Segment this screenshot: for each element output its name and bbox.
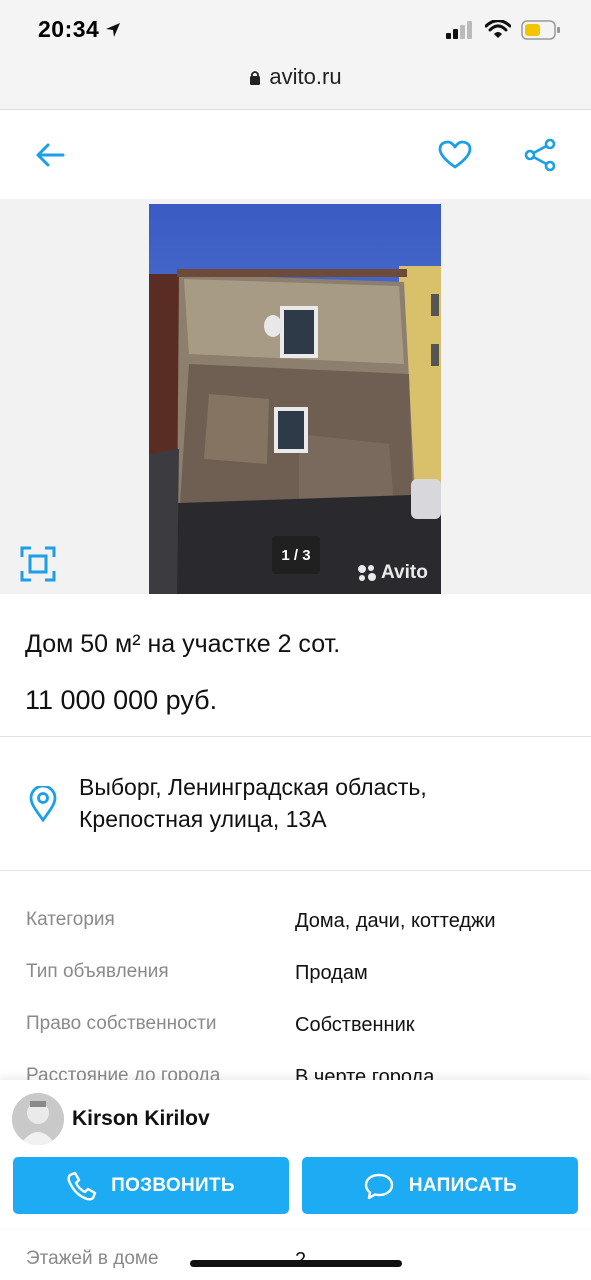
favorite-button[interactable]: [433, 133, 477, 177]
param-row: Тип объявления Продам: [0, 961, 591, 991]
lock-icon: [250, 70, 261, 85]
listing-title: Дом 50 м² на участке 2 сот.: [25, 630, 341, 658]
seller-avatar[interactable]: [12, 1093, 64, 1145]
param-key: Право собственности: [26, 1013, 217, 1034]
param-value: Дома, дачи, коттеджи: [295, 910, 496, 932]
battery-icon: [521, 20, 560, 40]
fullscreen-button[interactable]: [20, 546, 56, 582]
share-icon: [524, 138, 556, 172]
heart-icon: [438, 140, 472, 169]
param-row: Право собственности Собственник: [0, 1013, 591, 1043]
listing-address[interactable]: Выборг, Ленинградская область, Крепостна…: [79, 771, 427, 835]
param-key: Этажей в доме: [26, 1248, 159, 1269]
back-button[interactable]: [28, 133, 72, 177]
avito-logo-icon: [358, 565, 376, 581]
address-line-2: Крепостная улица, 13А: [79, 806, 327, 832]
listing-price: 11 000 000 руб.: [25, 685, 218, 715]
url-text: avito.ru: [269, 64, 342, 89]
fullscreen-icon: [20, 546, 56, 582]
call-button[interactable]: ПОЗВОНИТЬ: [13, 1157, 289, 1214]
home-indicator[interactable]: [190, 1260, 402, 1267]
call-button-label: ПОЗВОНИТЬ: [111, 1174, 235, 1196]
message-button[interactable]: НАПИСАТЬ: [302, 1157, 578, 1214]
param-value: Продам: [295, 962, 368, 984]
browser-chrome: 20:34 avito.ru: [0, 0, 591, 110]
chat-bubble-icon: [364, 1173, 394, 1199]
param-value: Собственник: [295, 1014, 415, 1036]
photo-gallery[interactable]: [0, 199, 591, 594]
divider: [0, 736, 591, 737]
status-time: 20:34: [38, 16, 121, 43]
message-button-label: НАПИСАТЬ: [408, 1174, 518, 1196]
avito-watermark: Avito: [356, 562, 428, 584]
param-key: Тип объявления: [26, 961, 169, 982]
param-row: Категория Дома, дачи, коттеджи: [0, 909, 591, 939]
phone-icon: [67, 1171, 97, 1201]
status-time-text: 20:34: [38, 16, 100, 42]
divider: [0, 870, 591, 871]
avatar-image: [12, 1093, 64, 1145]
signal-icon: [446, 21, 472, 39]
param-key: Категория: [26, 909, 115, 930]
app-header: [0, 111, 591, 199]
share-button[interactable]: [518, 133, 562, 177]
location-pin-icon: [29, 786, 57, 822]
location-arrow-icon: [106, 22, 121, 37]
status-indicators: [445, 20, 561, 40]
back-arrow-icon: [36, 143, 65, 167]
watermark-text: Avito: [381, 562, 428, 583]
photo-counter: 1 / 3: [272, 536, 320, 574]
address-line-1: Выборг, Ленинградская область,: [79, 774, 427, 800]
wifi-icon: [485, 20, 511, 38]
seller-name[interactable]: Kirson Kirilov: [72, 1107, 210, 1131]
url-bar[interactable]: avito.ru: [0, 64, 591, 90]
seller-contact-panel: Kirson Kirilov ПОЗВОНИТЬ НАПИСАТЬ: [0, 1080, 591, 1228]
